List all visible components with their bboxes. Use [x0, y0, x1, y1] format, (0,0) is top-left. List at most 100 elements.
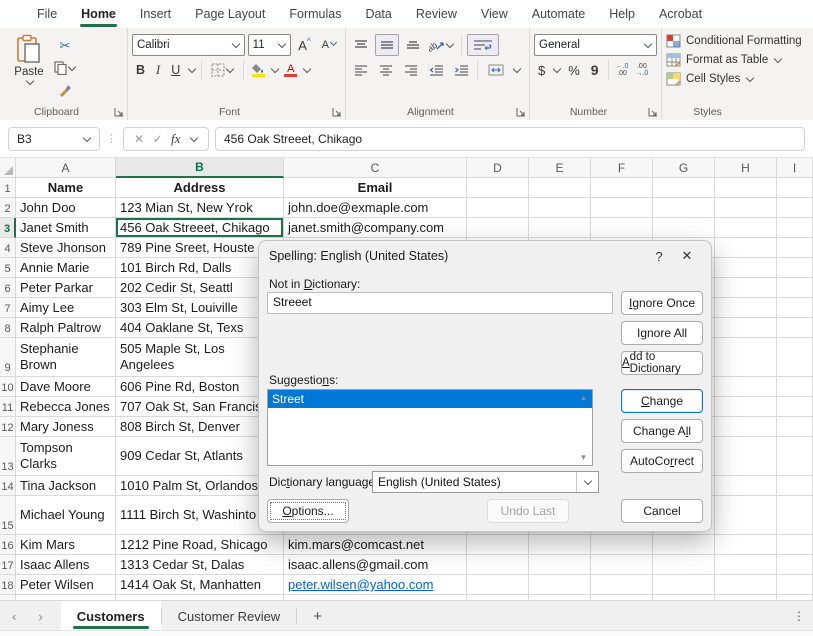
cell-H14[interactable] — [715, 476, 777, 496]
clipboard-dialog-launcher[interactable] — [114, 107, 124, 117]
next-sheet-icon[interactable]: › — [38, 609, 42, 624]
fx-dropdown-icon[interactable] — [190, 133, 198, 141]
column-header-B[interactable]: B — [116, 158, 284, 178]
cell-I14[interactable] — [777, 476, 813, 496]
ribbon-tab-formulas[interactable]: Formulas — [278, 2, 352, 27]
number-dialog-launcher[interactable] — [648, 107, 658, 117]
row-header-16[interactable]: 16 — [0, 535, 16, 555]
dialog-help-icon[interactable]: ? — [645, 249, 673, 264]
sheet-tab-customer-review[interactable]: Customer Review — [162, 601, 297, 631]
column-header-G[interactable]: G — [653, 158, 715, 178]
merge-center-button[interactable] — [483, 60, 509, 80]
column-header-A[interactable]: A — [16, 158, 116, 178]
font-size-combo[interactable]: 11 — [248, 34, 292, 56]
cell-H7[interactable] — [715, 298, 777, 318]
cell-A16[interactable]: Kim Mars — [16, 535, 116, 555]
cell-C1[interactable]: Email — [284, 178, 467, 198]
cell-C2[interactable]: john.doe@exmaple.com — [284, 198, 467, 218]
ribbon-tab-page-layout[interactable]: Page Layout — [184, 2, 276, 27]
cell-H9[interactable] — [715, 338, 777, 377]
name-box[interactable]: B3 — [8, 127, 100, 151]
cell-H16[interactable] — [715, 535, 777, 555]
cell-I3[interactable] — [777, 218, 813, 238]
row-header-11[interactable]: 11 — [0, 397, 16, 417]
cell-G17[interactable] — [653, 555, 715, 575]
comma-style-button[interactable]: 9 — [587, 61, 603, 79]
ribbon-tab-automate[interactable]: Automate — [521, 2, 597, 27]
currency-button[interactable]: $ — [534, 62, 549, 79]
cell-D16[interactable] — [467, 535, 529, 555]
cell-E16[interactable] — [529, 535, 591, 555]
cell-A7[interactable]: Aimy Lee — [16, 298, 116, 318]
cell-D18[interactable] — [467, 575, 529, 595]
cell-H11[interactable] — [715, 397, 777, 417]
cell-I9[interactable] — [777, 338, 813, 377]
cell-F18[interactable] — [591, 575, 653, 595]
underline-button[interactable]: U — [167, 62, 184, 78]
orientation-button[interactable]: ab — [427, 39, 456, 52]
ribbon-tab-acrobat[interactable]: Acrobat — [648, 2, 713, 27]
scroll-up-icon[interactable]: ▲ — [580, 393, 588, 402]
borders-button[interactable] — [207, 62, 238, 78]
cell-E3[interactable] — [529, 218, 591, 238]
row-header-8[interactable]: 8 — [0, 318, 16, 338]
row-header-13[interactable]: 13 — [0, 437, 16, 476]
select-all-corner[interactable] — [0, 158, 16, 178]
cell-A8[interactable]: Ralph Paltrow — [16, 318, 116, 338]
row-header-12[interactable]: 12 — [0, 417, 16, 437]
cell-B1[interactable]: Address — [116, 178, 284, 198]
cell-I11[interactable] — [777, 397, 813, 417]
prev-sheet-icon[interactable]: ‹ — [12, 609, 16, 624]
cell-D3[interactable] — [467, 218, 529, 238]
cell-A18[interactable]: Peter Wilsen — [16, 575, 116, 595]
fill-color-dropdown-icon[interactable] — [271, 65, 279, 73]
undo-last-button[interactable]: Undo Last — [487, 499, 569, 523]
ribbon-tab-view[interactable]: View — [470, 2, 519, 27]
font-color-dropdown-icon[interactable] — [303, 65, 311, 73]
cell-E17[interactable] — [529, 555, 591, 575]
cell-D1[interactable] — [467, 178, 529, 198]
row-header-9[interactable]: 9 — [0, 338, 16, 377]
cell-C17[interactable]: isaac.allens@gmail.com — [284, 555, 467, 575]
cell-H15[interactable] — [715, 496, 777, 535]
dialog-close-icon[interactable]: ✕ — [673, 248, 701, 264]
format-painter-button[interactable] — [54, 80, 76, 100]
cell-styles-button[interactable]: Cell Styles — [666, 72, 809, 86]
cell-D2[interactable] — [467, 198, 529, 218]
decrease-decimal-button[interactable]: .00→.0 — [633, 61, 650, 79]
formula-input[interactable]: 456 Oak Streeet, Chikago — [215, 127, 805, 151]
cell-I4[interactable] — [777, 238, 813, 258]
cell-A3[interactable]: Janet Smith — [16, 218, 116, 238]
cell-H8[interactable] — [715, 318, 777, 338]
cell-I17[interactable] — [777, 555, 813, 575]
insert-function-icon[interactable]: fx — [171, 131, 180, 147]
grow-font-button[interactable]: A^ — [294, 37, 314, 54]
cell-G2[interactable] — [653, 198, 715, 218]
cell-I12[interactable] — [777, 417, 813, 437]
middle-align-button[interactable] — [375, 34, 399, 56]
decrease-indent-button[interactable] — [425, 60, 447, 80]
cell-I6[interactable] — [777, 278, 813, 298]
cell-C18[interactable]: peter.wilsen@yahoo.com — [284, 575, 467, 595]
ribbon-tab-data[interactable]: Data — [354, 2, 402, 27]
cell-H3[interactable] — [715, 218, 777, 238]
cell-H5[interactable] — [715, 258, 777, 278]
cell-H2[interactable] — [715, 198, 777, 218]
copy-button[interactable] — [54, 58, 76, 78]
cell-F16[interactable] — [591, 535, 653, 555]
cell-I2[interactable] — [777, 198, 813, 218]
cell-B2[interactable]: 123 Mian St, New Yrok — [116, 198, 284, 218]
cell-A12[interactable]: Mary Joness — [16, 417, 116, 437]
percent-button[interactable]: % — [564, 62, 584, 79]
font-color-button[interactable]: A — [282, 64, 299, 77]
row-header-3[interactable]: 3 — [0, 218, 16, 238]
row-header-15[interactable]: 15 — [0, 496, 16, 535]
options-button[interactable]: Options... — [267, 499, 349, 523]
cell-H4[interactable] — [715, 238, 777, 258]
ribbon-tab-help[interactable]: Help — [598, 2, 646, 27]
add-sheet-button[interactable]: + — [297, 601, 338, 631]
cell-F3[interactable] — [591, 218, 653, 238]
ribbon-tab-insert[interactable]: Insert — [129, 2, 182, 27]
format-as-table-dropdown-icon[interactable] — [774, 55, 782, 63]
format-as-table-button[interactable]: Format as Table — [666, 53, 809, 67]
